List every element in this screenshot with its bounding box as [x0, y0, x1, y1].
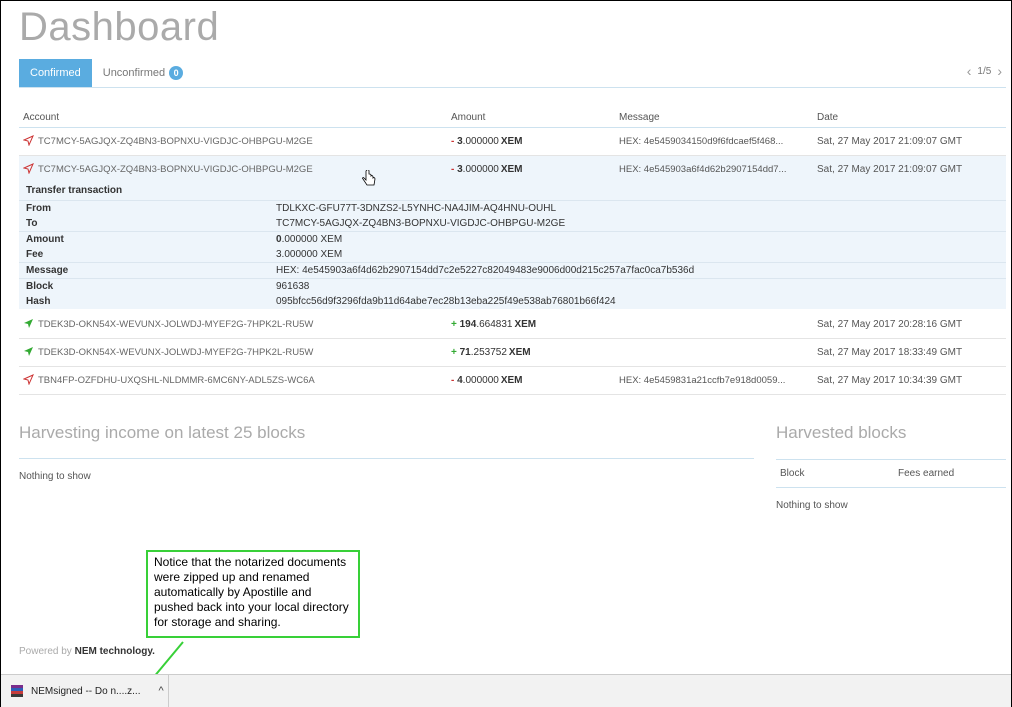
table-row[interactable]: TBN4FP-OZFDHU-UXQSHL-NLDMMR-6MC6NY-ADL5Z… [19, 366, 1006, 395]
header-account: Account [19, 107, 447, 128]
account-address[interactable]: TC7MCY-5AGJQX-ZQ4BN3-BOPNXU-VIGDJC-OHBPG… [38, 136, 313, 147]
incoming-arrow-icon [23, 346, 34, 360]
harvested-blocks-empty: Nothing to show [776, 500, 848, 511]
outgoing-arrow-icon [22, 162, 34, 177]
powered-by-footer: Powered by NEM technology. [19, 646, 155, 657]
prev-page-icon[interactable]: ‹ [967, 64, 972, 78]
date-value: Sat, 27 May 2017 18:33:49 GMT [817, 347, 963, 358]
incoming-arrow-icon [23, 318, 34, 332]
page-indicator: 1/5 [977, 65, 992, 77]
tab-confirmed[interactable]: Confirmed [19, 59, 92, 87]
table-header-row: Account Amount Message Date [19, 107, 1006, 128]
next-page-icon[interactable]: › [997, 64, 1002, 78]
detail-amount-value: 0.000000 XEM [276, 234, 343, 245]
header-date: Date [813, 107, 1006, 128]
tab-bar: Confirmed Unconfirmed 0 [19, 59, 194, 87]
outgoing-arrow-icon [22, 373, 34, 388]
tab-unconfirmed-label: Unconfirmed [102, 67, 166, 79]
table-row[interactable]: TDEK3D-OKN54X-WEVUNX-JOLWDJ-MYEF2G-7HPK2… [19, 338, 1006, 367]
message-value: HEX: 4e5459831a21ccfb7e918d0059... [619, 375, 786, 386]
archive-file-icon [11, 685, 23, 697]
tab-divider [19, 87, 1006, 88]
amount-value: - 3.000000 XEM [451, 164, 523, 175]
detail-to-label: To [26, 218, 38, 229]
harvested-col-block: Block [780, 468, 805, 479]
detail-title: Transfer transaction [19, 182, 1006, 201]
date-value: Sat, 27 May 2017 10:34:39 GMT [817, 375, 963, 386]
hand-cursor-icon [362, 170, 376, 186]
detail-amount-label: Amount [26, 234, 64, 245]
chevron-up-icon[interactable]: ^ [158, 685, 163, 697]
harvest-income-empty: Nothing to show [19, 471, 91, 482]
header-message: Message [615, 107, 813, 128]
download-filename: NEMsigned -- Do n....z... [31, 685, 141, 697]
message-value: HEX: 4e5459034150d9f6fdcaef5f468... [619, 136, 784, 147]
outgoing-arrow-icon [22, 134, 34, 149]
amount-value: + 71.253752 XEM [451, 347, 531, 358]
harvested-blocks-title: Harvested blocks [776, 423, 907, 442]
amount-value: - 4.000000 XEM [451, 375, 523, 386]
detail-fee-label: Fee [26, 249, 44, 260]
account-address[interactable]: TDEK3D-OKN54X-WEVUNX-JOLWDJ-MYEF2G-7HPK2… [38, 347, 313, 358]
harvested-col-fees: Fees earned [898, 468, 955, 479]
annotation-callout: Notice that the notarized documents were… [146, 550, 360, 638]
download-bar: NEMsigned -- Do n....z... ^ [1, 674, 1011, 707]
footer-brand[interactable]: NEM technology. [75, 646, 155, 657]
account-address[interactable]: TDEK3D-OKN54X-WEVUNX-JOLWDJ-MYEF2G-7HPK2… [38, 319, 313, 330]
date-value: Sat, 27 May 2017 20:28:16 GMT [817, 319, 963, 330]
detail-block-value: 961638 [276, 281, 310, 292]
detail-message-value: HEX: 4e545903a6f4d62b2907154dd7c2e5227c8… [276, 265, 695, 276]
table-row[interactable]: TC7MCY-5AGJQX-ZQ4BN3-BOPNXU-VIGDJC-OHBPG… [19, 127, 1006, 156]
harvest-income-divider [19, 458, 754, 459]
harvest-income-title: Harvesting income on latest 25 blocks [19, 423, 306, 442]
transfer-detail-panel: Transfer transaction From TDLKXC-GFU77T-3… [19, 182, 1006, 309]
page-title: Dashboard [19, 5, 220, 49]
footer-prefix: Powered by [19, 646, 75, 657]
detail-from-value: TDLKXC-GFU77T-3DNZS2-L5YNHC-NA4JIM-AQ4HN… [276, 203, 557, 214]
tab-confirmed-label: Confirmed [30, 67, 81, 79]
tab-unconfirmed[interactable]: Unconfirmed 0 [92, 59, 194, 87]
date-value: Sat, 27 May 2017 21:09:07 GMT [817, 164, 963, 175]
detail-from-label: From [26, 203, 51, 214]
date-value: Sat, 27 May 2017 21:09:07 GMT [817, 136, 963, 147]
harvested-blocks-header: Block Fees earned [776, 459, 1006, 488]
detail-hash-value: 095bfcc56d9f3296fda9b11d64abe7ec28b13eba… [276, 296, 616, 307]
table-row[interactable]: TC7MCY-5AGJQX-ZQ4BN3-BOPNXU-VIGDJC-OHBPG… [19, 155, 1006, 184]
pagination: ‹ 1/5 › [967, 64, 1002, 78]
download-item[interactable]: NEMsigned -- Do n....z... ^ [1, 675, 169, 707]
detail-message-label: Message [26, 265, 69, 276]
amount-value: + 194.664831 XEM [451, 319, 537, 330]
header-amount: Amount [447, 107, 615, 128]
account-address[interactable]: TC7MCY-5AGJQX-ZQ4BN3-BOPNXU-VIGDJC-OHBPG… [38, 164, 313, 175]
detail-fee-value: 3.000000 XEM [276, 249, 343, 260]
unconfirmed-count-badge: 0 [169, 66, 184, 80]
table-row[interactable]: TDEK3D-OKN54X-WEVUNX-JOLWDJ-MYEF2G-7HPK2… [19, 311, 1006, 339]
amount-value: - 3.000000 XEM [451, 136, 523, 147]
account-address[interactable]: TBN4FP-OZFDHU-UXQSHL-NLDMMR-6MC6NY-ADL5Z… [38, 375, 315, 386]
detail-block-label: Block [26, 281, 54, 292]
detail-hash-label: Hash [26, 296, 51, 307]
detail-to-value: TC7MCY-5AGJQX-ZQ4BN3-BOPNXU-VIGDJC-OHBPG… [276, 218, 566, 229]
message-value: HEX: 4e545903a6f4d62b2907154dd7... [619, 164, 787, 175]
